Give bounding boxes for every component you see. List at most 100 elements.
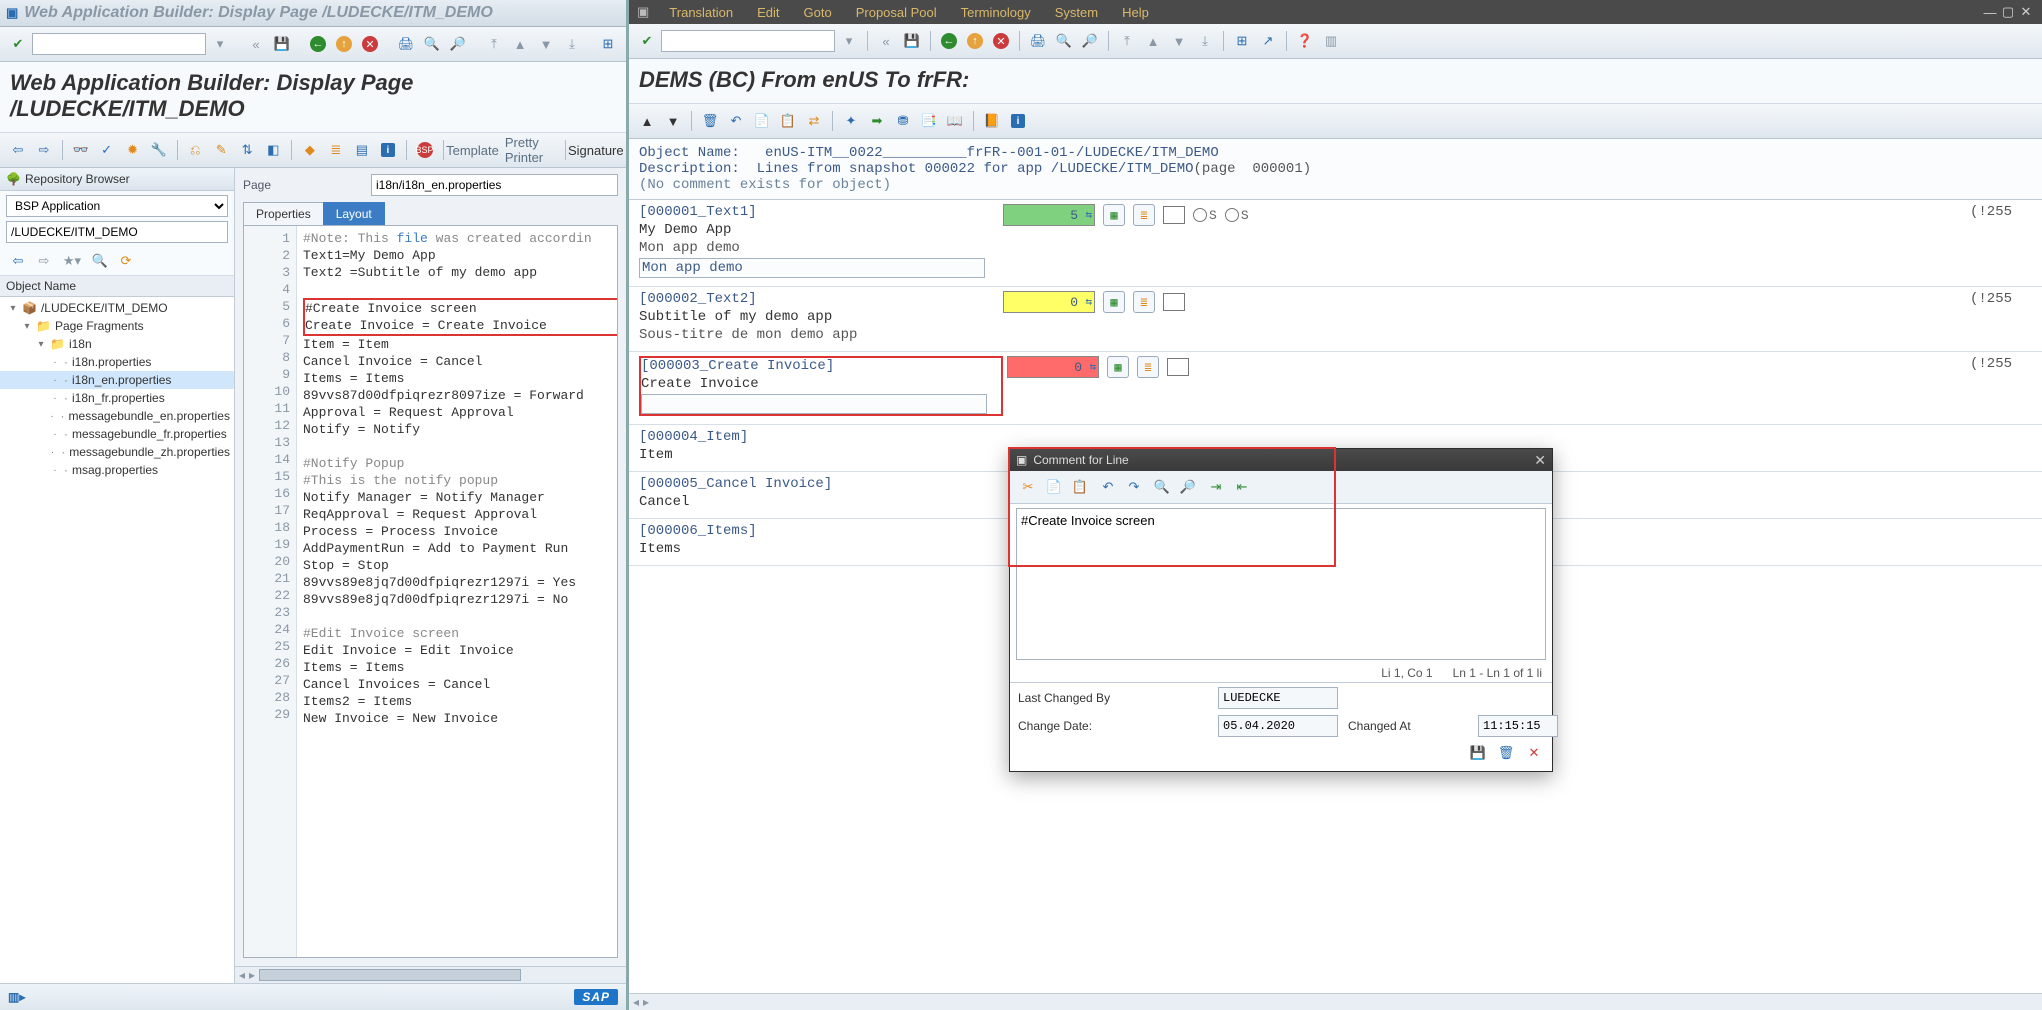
tree-node[interactable]: ··i18n_fr.properties bbox=[0, 389, 234, 407]
undo-icon[interactable]: ↶ bbox=[1096, 475, 1120, 499]
cancel-icon[interactable]: ✕ bbox=[989, 29, 1013, 53]
back-icon[interactable]: ← bbox=[937, 29, 961, 53]
tree-node[interactable]: ··i18n_en.properties bbox=[0, 371, 234, 389]
proposal-icon[interactable]: ≣ bbox=[1133, 204, 1155, 226]
export-icon[interactable]: ⇤ bbox=[1230, 475, 1254, 499]
page-field-input[interactable] bbox=[371, 174, 618, 196]
status-flag-icon[interactable] bbox=[1163, 206, 1185, 224]
expand-down-icon[interactable]: ▼ bbox=[661, 109, 685, 133]
tab-layout[interactable]: Layout bbox=[323, 202, 385, 225]
redo-icon[interactable]: ↷ bbox=[1122, 475, 1146, 499]
book-icon[interactable]: 📖 bbox=[943, 109, 967, 133]
status-radio[interactable]: S bbox=[1225, 208, 1249, 223]
find-next-icon[interactable]: 🔎 bbox=[446, 32, 470, 56]
back-skip-icon[interactable]: « bbox=[244, 32, 268, 56]
transaction-code-input[interactable] bbox=[661, 30, 835, 52]
tab-properties[interactable]: Properties bbox=[243, 202, 324, 225]
right-hscroll[interactable]: ◂ ▸ bbox=[629, 993, 2042, 1010]
next-page-icon[interactable]: ▼ bbox=[534, 32, 558, 56]
transaction-code-input[interactable] bbox=[32, 33, 206, 55]
status-flag-icon[interactable] bbox=[1167, 358, 1189, 376]
back-skip-icon[interactable]: « bbox=[874, 29, 898, 53]
translation-input[interactable] bbox=[641, 394, 987, 414]
code-content[interactable]: #Note: This file was created accordinTex… bbox=[297, 226, 617, 957]
find-next-icon[interactable]: 🔎 bbox=[1176, 475, 1200, 499]
shortcut-icon[interactable]: ↗ bbox=[1256, 29, 1280, 53]
pretty-printer-button[interactable]: Pretty Printer bbox=[498, 138, 559, 162]
paste-icon[interactable]: 📋 bbox=[1068, 475, 1092, 499]
print-icon[interactable]: 🖨 bbox=[1026, 29, 1050, 53]
proposal-icon[interactable]: ✦ bbox=[839, 109, 863, 133]
tree-node[interactable]: ··messagebundle_zh.properties bbox=[0, 443, 234, 461]
find-next-icon[interactable]: 🔎 bbox=[1078, 29, 1102, 53]
last-page-icon[interactable]: ⤓ bbox=[560, 32, 584, 56]
menu-goto[interactable]: Goto bbox=[804, 5, 832, 20]
repo-find-icon[interactable]: 🔍 bbox=[88, 249, 112, 273]
prev-page-icon[interactable]: ▲ bbox=[508, 32, 532, 56]
repo-favorites-icon[interactable]: ★▾ bbox=[60, 249, 84, 273]
status-flag-icon[interactable] bbox=[1163, 293, 1185, 311]
copy-source-icon[interactable]: ▦ bbox=[1107, 356, 1129, 378]
signature-button[interactable]: Signature bbox=[572, 138, 621, 162]
where-used-icon[interactable]: ⎌ bbox=[183, 138, 207, 162]
fullscreen-icon[interactable]: ▤ bbox=[350, 138, 374, 162]
proposal-icon[interactable]: ≣ bbox=[1133, 291, 1155, 313]
close-window-icon[interactable]: ✕ bbox=[2018, 4, 2034, 20]
layout-icon[interactable]: ▥ bbox=[1319, 29, 1343, 53]
copy-icon[interactable]: 📄 bbox=[750, 109, 774, 133]
terminology-icon[interactable]: 📙 bbox=[980, 109, 1004, 133]
template-button[interactable]: Template bbox=[449, 138, 496, 162]
nav-fwd-icon[interactable]: ⇨ bbox=[32, 138, 56, 162]
scroll-left-icon[interactable]: ◂ bbox=[633, 995, 639, 1009]
scroll-left-icon[interactable]: ◂ bbox=[239, 968, 245, 982]
tree-node[interactable]: ··messagebundle_en.properties bbox=[0, 407, 234, 425]
cancel-icon[interactable]: ✕ bbox=[358, 32, 382, 56]
info-icon[interactable]: i bbox=[376, 138, 400, 162]
undo-icon[interactable]: ↶ bbox=[724, 109, 748, 133]
transfer-icon[interactable]: ➡ bbox=[865, 109, 889, 133]
tree-node[interactable]: ··messagebundle_fr.properties bbox=[0, 425, 234, 443]
info-icon[interactable]: i bbox=[1006, 109, 1030, 133]
quality-score[interactable]: 5 bbox=[1003, 204, 1095, 226]
new-session-icon[interactable]: ⊞ bbox=[596, 32, 620, 56]
new-session-icon[interactable]: ⊞ bbox=[1230, 29, 1254, 53]
scroll-right-icon[interactable]: ▸ bbox=[643, 995, 649, 1009]
tree-node[interactable]: ··msag.properties bbox=[0, 461, 234, 479]
menu-system[interactable]: System bbox=[1055, 5, 1098, 20]
find-icon[interactable]: 🔍 bbox=[1052, 29, 1076, 53]
help-icon[interactable]: ❓ bbox=[1293, 29, 1317, 53]
maximize-icon[interactable]: ▢ bbox=[2000, 4, 2016, 20]
status-menu-icon[interactable]: ▥▸ bbox=[8, 990, 25, 1004]
other-object-icon[interactable]: ⇅ bbox=[235, 138, 259, 162]
menu-terminology[interactable]: Terminology bbox=[961, 5, 1031, 20]
repo-path-input[interactable] bbox=[6, 221, 228, 243]
check-icon[interactable]: ✓ bbox=[95, 138, 119, 162]
status-radio[interactable]: S bbox=[1193, 208, 1217, 223]
find-icon[interactable]: 🔍 bbox=[420, 32, 444, 56]
edit-pencil-icon[interactable]: ✎ bbox=[209, 138, 233, 162]
cut-icon[interactable]: ✂ bbox=[1016, 475, 1040, 499]
paste-icon[interactable]: 📋 bbox=[776, 109, 800, 133]
dialog-save-icon[interactable]: 💾 bbox=[1466, 741, 1490, 765]
comment-textarea[interactable] bbox=[1016, 508, 1546, 660]
repo-fwd-icon[interactable]: ⇨ bbox=[32, 249, 56, 273]
repo-tree[interactable]: ▾📦/LUDECKE/ITM_DEMO▾📁Page Fragments▾📁i18… bbox=[0, 297, 234, 983]
test-icon[interactable]: 🔧 bbox=[147, 138, 171, 162]
next-page-icon[interactable]: ▼ bbox=[1167, 29, 1191, 53]
glasses-display-icon[interactable]: 👓 bbox=[69, 138, 93, 162]
repo-type-select[interactable]: BSP Application bbox=[6, 195, 228, 217]
find-icon[interactable]: 🔍 bbox=[1150, 475, 1174, 499]
quality-score[interactable]: 0 bbox=[1003, 291, 1095, 313]
collapse-up-icon[interactable]: ▲ bbox=[635, 109, 659, 133]
editor-hscroll[interactable]: ◂ ▸ bbox=[235, 966, 626, 983]
menu-help[interactable]: Help bbox=[1122, 5, 1149, 20]
tree-node[interactable]: ▾📁Page Fragments bbox=[0, 317, 234, 335]
import-icon[interactable]: ⇥ bbox=[1204, 475, 1228, 499]
menu-proposal-pool[interactable]: Proposal Pool bbox=[856, 5, 937, 20]
minimize-icon[interactable]: — bbox=[1982, 4, 1998, 20]
replace-icon[interactable]: ⇄ bbox=[802, 109, 826, 133]
delete-icon[interactable]: 🗑 bbox=[698, 109, 722, 133]
dropdown-icon[interactable]: ▾ bbox=[837, 29, 861, 53]
stop-icon[interactable]: BSP bbox=[413, 138, 437, 162]
prev-page-icon[interactable]: ▲ bbox=[1141, 29, 1165, 53]
